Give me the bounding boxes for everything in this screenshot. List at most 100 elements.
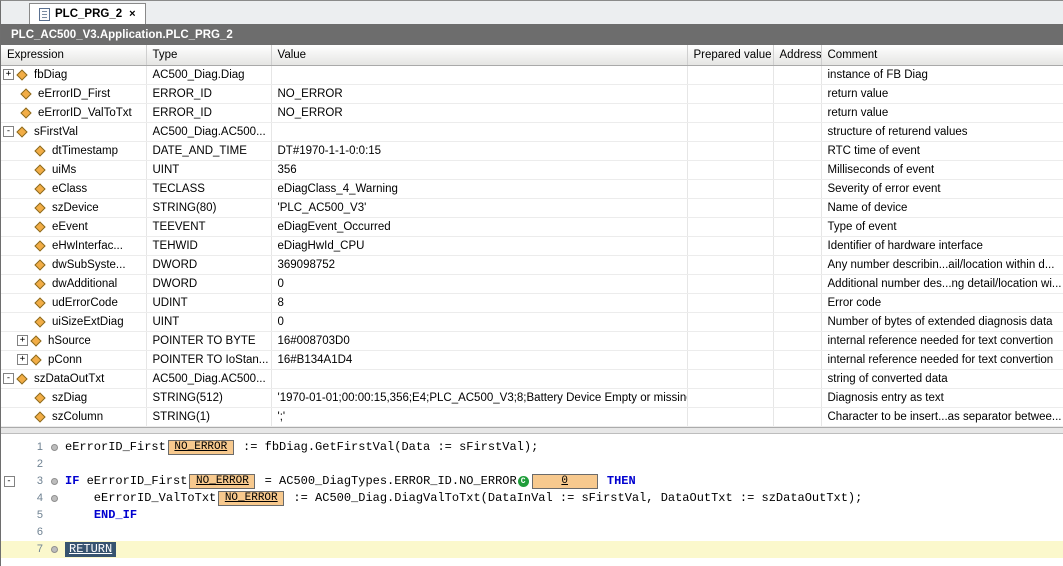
prepared-value-cell[interactable] [687, 331, 773, 350]
table-row[interactable]: -szDataOutTxtAC500_Diag.AC500...string o… [1, 369, 1063, 388]
table-row[interactable]: eEventTEEVENTeDiagEvent_OccurredType of … [1, 217, 1063, 236]
value-cell: 0 [271, 274, 687, 293]
address-cell [773, 236, 821, 255]
column-header[interactable]: Type [146, 45, 271, 65]
prepared-value-cell[interactable] [687, 160, 773, 179]
prepared-value-cell[interactable] [687, 84, 773, 103]
table-row[interactable]: dtTimestampDATE_AND_TIMEDT#1970-1-1-0:0:… [1, 141, 1063, 160]
code-line[interactable]: -3IF eErrorID_FirstNO_ERROR = AC500_Diag… [1, 473, 1063, 490]
address-cell [773, 274, 821, 293]
prepared-value-cell[interactable] [687, 179, 773, 198]
statement-gutter[interactable] [51, 495, 65, 502]
table-row[interactable]: dwAdditionalDWORD0Additional number des.… [1, 274, 1063, 293]
statement-gutter[interactable] [51, 546, 65, 553]
statement-gutter[interactable] [51, 444, 65, 451]
table-row[interactable]: udErrorCodeUDINT8Error code [1, 293, 1063, 312]
prepared-value-cell[interactable] [687, 293, 773, 312]
expand-icon[interactable]: + [17, 335, 28, 346]
table-row[interactable]: uiMsUINT356Milliseconds of event [1, 160, 1063, 179]
code-line[interactable]: 6 [1, 524, 1063, 541]
table-row[interactable]: eClassTECLASSeDiagClass_4_WarningSeverit… [1, 179, 1063, 198]
splitter-handle[interactable] [1, 427, 1063, 434]
prepared-value-cell[interactable] [687, 274, 773, 293]
code-text: RETURN [65, 542, 1063, 557]
current-statement: RETURN [65, 542, 116, 557]
expand-icon[interactable]: + [17, 354, 28, 365]
prepared-value-cell[interactable] [687, 350, 773, 369]
collapse-icon[interactable]: - [3, 373, 14, 384]
table-row[interactable]: eHwInterfac...TEHWIDeDiagHwId_CPUIdentif… [1, 236, 1063, 255]
tab-plc-prg-2[interactable]: PLC_PRG_2 × [29, 3, 146, 24]
table-row[interactable]: -sFirstValAC500_Diag.AC500...structure o… [1, 122, 1063, 141]
expression-label: sFirstVal [34, 126, 78, 138]
type-cell: TEEVENT [146, 217, 271, 236]
prepared-value-cell[interactable] [687, 312, 773, 331]
expression-cell: eClass [1, 179, 146, 198]
expression-label: uiMs [52, 164, 76, 176]
value-cell: 16#008703D0 [271, 331, 687, 350]
expression-cell: dwSubSyste... [1, 255, 146, 274]
type-cell: AC500_Diag.AC500... [146, 369, 271, 388]
statement-bullet-icon [51, 478, 58, 485]
table-row[interactable]: szDiagSTRING(512)'1970-01-01;00:00:15,35… [1, 388, 1063, 407]
table-row[interactable]: +hSourcePOINTER TO BYTE16#008703D0intern… [1, 331, 1063, 350]
expression-label: dwAdditional [52, 278, 117, 290]
column-header[interactable]: Value [271, 45, 687, 65]
column-header[interactable]: Address [773, 45, 821, 65]
prepared-value-cell[interactable] [687, 369, 773, 388]
code-line[interactable]: 2 [1, 456, 1063, 473]
variable-diamond-icon [16, 126, 27, 137]
statement-gutter[interactable] [51, 478, 65, 485]
prepared-value-cell[interactable] [687, 255, 773, 274]
column-header[interactable]: Expression [1, 45, 146, 65]
table-row[interactable]: dwSubSyste...DWORD369098752Any number de… [1, 255, 1063, 274]
expression-cell: +fbDiag [1, 65, 146, 84]
table-row[interactable]: szColumnSTRING(1)';'Character to be inse… [1, 407, 1063, 426]
variable-diamond-icon [34, 392, 45, 403]
table-row[interactable]: uiSizeExtDiagUINT0Number of bytes of ext… [1, 312, 1063, 331]
table-row[interactable]: +fbDiagAC500_Diag.Diaginstance of FB Dia… [1, 65, 1063, 84]
expression-label: szDataOutTxt [34, 373, 104, 385]
address-cell [773, 179, 821, 198]
prepared-value-cell[interactable] [687, 407, 773, 426]
table-row[interactable]: szDeviceSTRING(80)'PLC_AC500_V3'Name of … [1, 198, 1063, 217]
expression-cell: - sFirstVal [1, 122, 146, 141]
expression-cell: dtTimestamp [1, 141, 146, 160]
prepared-value-cell[interactable] [687, 198, 773, 217]
table-row[interactable]: eErrorID_ValToTxtERROR_IDNO_ERRORreturn … [1, 103, 1063, 122]
code-line[interactable]: 4 eErrorID_ValToTxtNO_ERROR := AC500_Dia… [1, 490, 1063, 507]
line-number: 5 [17, 509, 51, 521]
comment-cell: structure of returend values [821, 122, 1063, 141]
table-row[interactable]: +pConnPOINTER TO IoStan...16#B134A1D4int… [1, 350, 1063, 369]
prepared-value-cell[interactable] [687, 388, 773, 407]
expression-label: pConn [48, 354, 82, 366]
expand-icon[interactable]: + [3, 69, 14, 80]
column-header[interactable]: Prepared value [687, 45, 773, 65]
expression-cell: szDevice [1, 198, 146, 217]
comment-cell: RTC time of event [821, 141, 1063, 160]
code-editor[interactable]: 1eErrorID_FirstNO_ERROR := fbDiag.GetFir… [1, 434, 1063, 566]
expression-label: dwSubSyste... [52, 259, 126, 271]
collapse-icon[interactable]: - [4, 476, 15, 487]
code-line[interactable]: 5 END_IF [1, 507, 1063, 524]
prepared-value-cell[interactable] [687, 141, 773, 160]
expression-cell: szDiag [1, 388, 146, 407]
column-header[interactable]: Comment [821, 45, 1063, 65]
table-row[interactable]: eErrorID_FirstERROR_IDNO_ERRORreturn val… [1, 84, 1063, 103]
prepared-value-cell[interactable] [687, 65, 773, 84]
code-line[interactable]: 1eErrorID_FirstNO_ERROR := fbDiag.GetFir… [1, 439, 1063, 456]
prepared-value-cell[interactable] [687, 103, 773, 122]
type-cell: STRING(512) [146, 388, 271, 407]
expression-label: udErrorCode [52, 297, 118, 309]
prepared-value-cell[interactable] [687, 217, 773, 236]
watch-table-header-row: ExpressionTypeValuePrepared valueAddress… [1, 45, 1063, 65]
prepared-value-cell[interactable] [687, 122, 773, 141]
code-line-current[interactable]: 7RETURN [1, 541, 1063, 558]
prepared-value-cell[interactable] [687, 236, 773, 255]
line-number: 1 [17, 441, 51, 453]
expression-label: hSource [48, 335, 91, 347]
tab-close-icon[interactable]: × [129, 8, 135, 20]
expression-cell: + pConn [1, 350, 146, 369]
expression-cell: uiSizeExtDiag [1, 312, 146, 331]
collapse-icon[interactable]: - [3, 126, 14, 137]
